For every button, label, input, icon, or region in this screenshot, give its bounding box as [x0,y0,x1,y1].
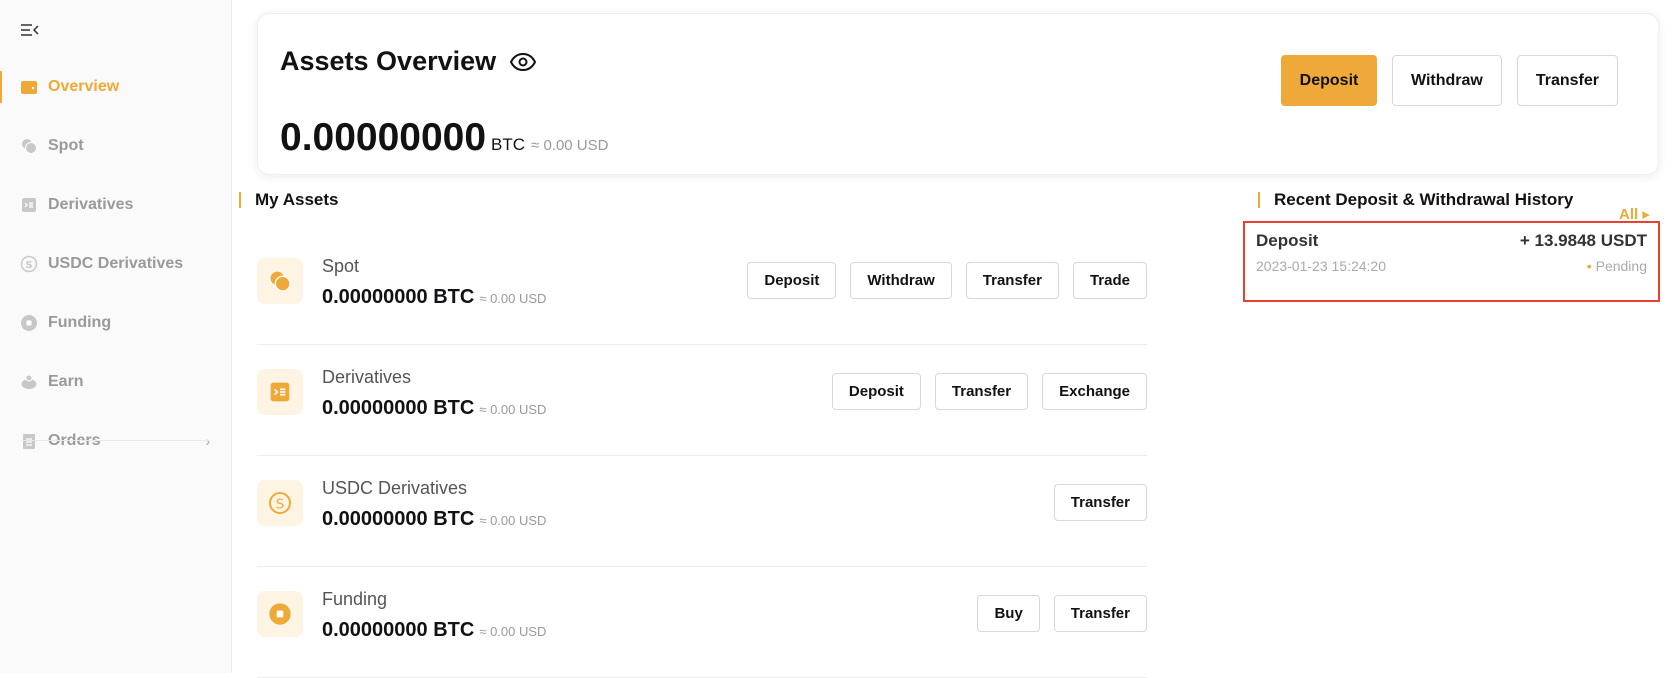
withdraw-button[interactable]: Withdraw [850,262,952,299]
deposit-button[interactable]: Deposit [1281,55,1377,106]
usdc-icon: S [20,255,38,273]
clipboard-icon [23,434,35,449]
coins-icon [270,271,291,292]
sidebar-item-orders[interactable]: Orders › [0,421,232,461]
sidebar-item-usdc-derivatives[interactable]: S USDC Derivatives [0,244,232,284]
transfer-button[interactable]: Transfer [965,262,1059,299]
deposit-button[interactable]: Deposit [747,262,837,299]
exchange-button[interactable]: Exchange [1042,373,1147,410]
sidebar-item-overview[interactable]: Overview [0,67,232,107]
derivatives-icon [270,382,290,402]
asset-name: Funding [322,589,388,609]
sidebar-item-label: Spot [48,137,84,154]
collapse-menu-icon[interactable] [20,22,40,38]
asset-icon: S [257,480,303,526]
coins-icon [22,139,37,154]
asset-icon [257,369,303,415]
derivatives-icon [22,198,36,212]
asset-usd: ≈ 0.00 USD [479,402,547,417]
balance-unit: BTC [491,135,526,154]
asset-amount: 0.00000000 BTC [322,286,475,308]
eye-icon[interactable] [510,52,537,71]
trade-button[interactable]: Trade [1072,262,1147,299]
sidebar-item-label: Orders [48,432,101,449]
asset-amount: 0.00000000 BTC [322,397,475,419]
asset-amount: 0.00000000 BTC [322,508,475,530]
asset-icon [257,258,303,304]
sidebar-item-label: Funding [48,314,112,331]
page-title: Assets Overview [280,46,497,76]
asset-usd: ≈ 0.00 USD [479,513,547,528]
asset-name: USDC Derivatives [322,478,468,498]
history-time: 2023-01-23 15:24:20 [1256,258,1386,274]
total-balance: 0.00000000 [280,116,487,159]
asset-name: Derivatives [322,367,412,387]
sidebar-item-label: Earn [48,373,84,390]
history-status: Pending [1587,258,1647,274]
sidebar-item-funding[interactable]: Funding [0,303,232,343]
sidebar-item-label: Derivatives [48,196,134,213]
sidebar-item-spot[interactable]: Spot [0,126,232,166]
balance-usd: ≈ 0.00 USD [531,137,609,154]
buy-button[interactable]: Buy [977,595,1040,632]
history-heading: Recent Deposit & Withdrawal History [1258,190,1573,210]
sidebar-item-label: USDC Derivatives [48,255,184,272]
asset-row-funding: Funding 0.00000000 BTC ≈ 0.00 USD Buy Tran… [257,567,1147,678]
my-assets-heading: My Assets [239,190,338,210]
asset-usd: ≈ 0.00 USD [479,291,547,306]
deposit-button[interactable]: Deposit [831,373,921,410]
wallet-icon [21,81,37,94]
funding-icon [21,315,37,331]
funding-icon [269,603,291,625]
sidebar: Overview Spot Derivatives S USDC Derivatives… [0,0,232,673]
history-amount: + 13.9848 USDT [1519,231,1647,250]
transfer-button[interactable]: Transfer [1053,484,1147,521]
svg-text:S: S [276,497,284,512]
sidebar-divider [22,440,210,441]
sidebar-item-earn[interactable]: Earn [0,362,232,402]
usdc-icon: S [269,492,291,514]
asset-amount: 0.00000000 BTC [322,619,475,641]
assets-overview-card: Assets Overview 0.00000000 BTC ≈ 0.00 USD … [257,13,1659,175]
asset-usd: ≈ 0.00 USD [479,624,547,639]
transfer-button[interactable]: Transfer [1053,595,1147,632]
asset-name: Spot [322,256,360,276]
asset-icon [257,591,303,637]
sidebar-item-label: Overview [48,78,120,95]
piggy-bank-icon [21,374,37,389]
asset-row-derivatives: Derivatives 0.00000000 BTC ≈ 0.00 USD Dep… [257,345,1147,456]
transfer-button[interactable]: Transfer [934,373,1029,410]
asset-row-spot: Spot 0.00000000 BTC ≈ 0.00 USD Deposit Wit… [257,234,1147,345]
history-item[interactable]: Deposit + 13.9848 USDT 2023-01-23 15:24:… [1243,221,1660,302]
sidebar-item-derivatives[interactable]: Derivatives [0,185,232,225]
asset-row-usdc-derivatives: S USDC Derivatives 0.00000000 BTC ≈ 0.00 … [257,456,1147,567]
transfer-button[interactable]: Transfer [1516,55,1618,106]
chevron-right-icon: › [205,433,210,449]
withdraw-button[interactable]: Withdraw [1392,55,1502,106]
svg-text:S: S [25,260,32,271]
